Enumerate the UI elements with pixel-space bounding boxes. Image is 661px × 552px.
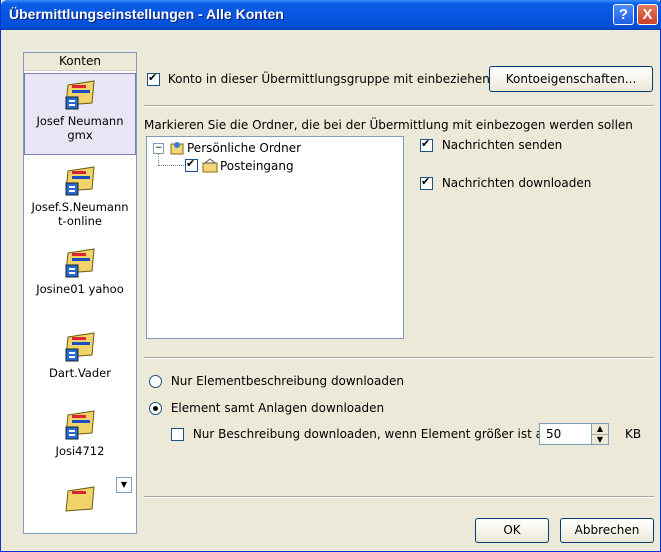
account-provider: gmx [67, 128, 93, 142]
send-checkbox[interactable] [420, 137, 433, 152]
account-icon [65, 410, 95, 440]
radio-headers-row[interactable]: Nur Elementbeschreibung downloaden [149, 374, 404, 388]
size-unit: KB [625, 427, 642, 441]
download-label: Nachrichten downloaden [441, 176, 592, 190]
personal-folders-icon [170, 142, 184, 155]
radio-full-label: Element samt Anlagen downloaden [170, 401, 385, 415]
spin-down-icon[interactable]: ▼ [592, 435, 608, 444]
account-name: Josef Neumann [36, 114, 124, 128]
separator [144, 105, 654, 107]
download-row[interactable]: Nachrichten downloaden [420, 175, 592, 190]
account-icon-partial [65, 486, 95, 512]
account-name: Dart.Vader [49, 366, 111, 380]
cancel-button[interactable]: Abbrechen [560, 518, 654, 543]
download-checkbox[interactable] [420, 175, 433, 190]
account-properties-button[interactable]: Kontoeigenschaften... [489, 66, 653, 92]
tree-root-label[interactable]: Persönliche Ordner [187, 141, 301, 155]
folders-instruction: Markieren Sie die Ordner, die bei der Üb… [144, 118, 633, 132]
account-item-dart-vader[interactable]: Dart.Vader [24, 329, 136, 389]
dialog-window: Übermittlungseinstellungen - Alle Konten… [0, 0, 661, 552]
account-icon [65, 80, 95, 110]
window-title: Übermittlungseinstellungen - Alle Konten [9, 6, 284, 22]
size-value[interactable]: 50 [546, 427, 561, 441]
send-label: Nachrichten senden [441, 138, 563, 152]
radio-headers-label: Nur Elementbeschreibung downloaden [170, 374, 404, 388]
size-limit-row[interactable]: Nur Beschreibung downloaden, wenn Elemen… [171, 427, 553, 441]
tree-line [158, 153, 160, 165]
include-checkbox[interactable] [147, 71, 160, 86]
tree-line [158, 165, 184, 166]
spin-up-icon[interactable]: ▲ [592, 424, 608, 435]
size-limit-checkbox[interactable] [171, 428, 184, 441]
account-item-josef-neumann-gmx[interactable]: Josef Neumann gmx [24, 73, 136, 155]
account-name: Josi4712 [55, 444, 105, 458]
title-bar[interactable]: Übermittlungseinstellungen - Alle Konten… [1, 0, 661, 30]
account-icon [65, 332, 95, 362]
inbox-folder-icon [202, 158, 218, 173]
radio-headers-only[interactable] [149, 375, 162, 388]
account-name: Josef.S.Neumann [31, 200, 129, 214]
inbox-checkbox[interactable] [185, 157, 198, 172]
account-icon [65, 166, 95, 196]
tree-inbox-label[interactable]: Posteingang [220, 159, 294, 173]
size-spinner[interactable]: 50 ▲ ▼ [539, 423, 609, 445]
radio-full-items[interactable] [149, 402, 162, 415]
size-limit-label: Nur Beschreibung downloaden, wenn Elemen… [192, 427, 553, 441]
account-item-josine01-yahoo[interactable]: Josine01 yahoo [24, 245, 136, 305]
ok-button[interactable]: OK [475, 518, 549, 543]
account-icon [65, 248, 95, 278]
scroll-down-button[interactable]: ▼ [116, 477, 132, 493]
separator [144, 496, 654, 498]
radio-full-row[interactable]: Element samt Anlagen downloaden [149, 401, 384, 415]
folder-tree[interactable]: − Persönliche Ordner Posteingang [146, 136, 404, 339]
send-row[interactable]: Nachrichten senden [420, 137, 563, 152]
account-provider: t-online [58, 214, 102, 228]
accounts-list[interactable]: Konten Josef Neumann gmx Josef.S.Neumann… [23, 52, 137, 534]
account-item-josef-s-neumann-t-online[interactable]: Josef.S.Neumann t-online [24, 163, 136, 239]
account-name: Josine01 yahoo [36, 282, 124, 296]
spinner-buttons[interactable]: ▲ ▼ [591, 424, 608, 444]
help-button[interactable]: ? [613, 4, 634, 25]
include-row[interactable]: Konto in dieser Übermittlungsgruppe mit … [147, 71, 490, 86]
accounts-header: Konten [24, 53, 136, 71]
account-item-josi4712[interactable]: Josi4712 [24, 407, 136, 467]
include-label: Konto in dieser Übermittlungsgruppe mit … [167, 72, 490, 86]
close-button[interactable]: X [637, 4, 658, 25]
separator [144, 357, 654, 359]
